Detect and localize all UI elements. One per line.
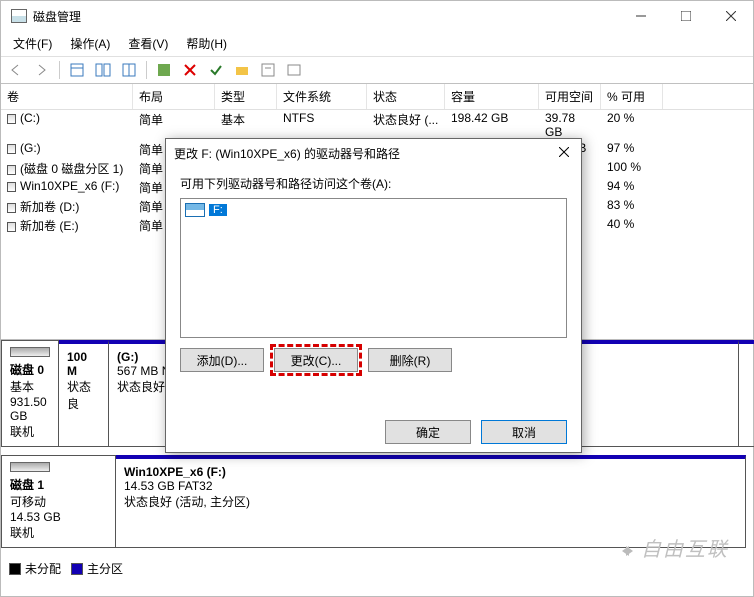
tool-check-icon[interactable] bbox=[205, 59, 227, 81]
tool-detail-icon[interactable] bbox=[92, 59, 114, 81]
disk-info[interactable]: 磁盘 1可移动14.53 GB联机 bbox=[1, 455, 116, 548]
partition[interactable]: 分区 bbox=[739, 340, 754, 447]
legend: 未分配 主分区 bbox=[1, 556, 753, 581]
menu-action[interactable]: 操作(A) bbox=[68, 33, 112, 54]
ok-button[interactable]: 确定 bbox=[385, 420, 471, 444]
dialog-close-button[interactable] bbox=[555, 146, 573, 160]
titlebar: 磁盘管理 bbox=[1, 1, 753, 31]
col-layout[interactable]: 布局 bbox=[133, 84, 215, 109]
remove-button[interactable]: 删除(R) bbox=[368, 348, 452, 372]
legend-swatch-unallocated bbox=[9, 563, 21, 575]
tool-props-icon[interactable] bbox=[257, 59, 279, 81]
table-row[interactable]: (C:)简单基本NTFS状态良好 (...198.42 GB39.78 GB20… bbox=[1, 110, 753, 140]
legend-unallocated: 未分配 bbox=[25, 562, 61, 576]
col-capacity[interactable]: 容量 bbox=[445, 84, 539, 109]
volume-column-headers: 卷 布局 类型 文件系统 状态 容量 可用空间 % 可用 bbox=[1, 84, 753, 110]
app-icon bbox=[11, 9, 27, 23]
tool-delete-icon[interactable] bbox=[179, 59, 201, 81]
back-button[interactable] bbox=[5, 59, 27, 81]
close-button[interactable] bbox=[708, 3, 753, 29]
cancel-button[interactable]: 取消 bbox=[481, 420, 567, 444]
forward-button[interactable] bbox=[31, 59, 53, 81]
partition[interactable]: 100 M状态良 bbox=[59, 340, 109, 447]
drive-paths-listbox[interactable]: F: bbox=[180, 198, 567, 338]
col-type[interactable]: 类型 bbox=[215, 84, 277, 109]
minimize-button[interactable] bbox=[618, 3, 663, 29]
legend-swatch-primary bbox=[71, 563, 83, 575]
add-button[interactable]: 添加(D)... bbox=[180, 348, 264, 372]
dialog-titlebar: 更改 F: (Win10XPE_x6) 的驱动器号和路径 bbox=[166, 139, 581, 167]
menu-file[interactable]: 文件(F) bbox=[11, 33, 54, 54]
maximize-button[interactable] bbox=[663, 3, 708, 29]
change-drive-letter-dialog: 更改 F: (Win10XPE_x6) 的驱动器号和路径 可用下列驱动器号和路径… bbox=[165, 138, 582, 453]
tool-window-icon[interactable] bbox=[283, 59, 305, 81]
drive-icon bbox=[185, 203, 205, 217]
tool-folder-icon[interactable] bbox=[231, 59, 253, 81]
col-free[interactable]: 可用空间 bbox=[539, 84, 601, 109]
change-button[interactable]: 更改(C)... bbox=[274, 348, 358, 372]
legend-primary: 主分区 bbox=[87, 562, 123, 576]
window-title: 磁盘管理 bbox=[33, 8, 618, 25]
partition[interactable]: Win10XPE_x6 (F:)14.53 GB FAT32状态良好 (活动, … bbox=[116, 455, 746, 548]
dialog-title: 更改 F: (Win10XPE_x6) 的驱动器号和路径 bbox=[174, 145, 555, 162]
menubar: 文件(F) 操作(A) 查看(V) 帮助(H) bbox=[1, 31, 753, 56]
toolbar bbox=[1, 56, 753, 84]
col-fs[interactable]: 文件系统 bbox=[277, 84, 367, 109]
menu-view[interactable]: 查看(V) bbox=[126, 33, 170, 54]
list-item[interactable]: F: bbox=[185, 203, 562, 217]
col-pct[interactable]: % 可用 bbox=[601, 84, 663, 109]
tool-detail2-icon[interactable] bbox=[118, 59, 140, 81]
col-status[interactable]: 状态 bbox=[367, 84, 445, 109]
dialog-instruction: 可用下列驱动器号和路径访问这个卷(A): bbox=[180, 175, 567, 192]
disk-info[interactable]: 磁盘 0基本931.50 GB联机 bbox=[1, 340, 59, 447]
tool-refresh-icon[interactable] bbox=[153, 59, 175, 81]
col-volume[interactable]: 卷 bbox=[1, 84, 133, 109]
disk-row: 磁盘 1可移动14.53 GB联机Win10XPE_x6 (F:)14.53 G… bbox=[1, 455, 753, 548]
tool-list-icon[interactable] bbox=[66, 59, 88, 81]
drive-letter-label: F: bbox=[209, 204, 227, 216]
menu-help[interactable]: 帮助(H) bbox=[184, 33, 229, 54]
